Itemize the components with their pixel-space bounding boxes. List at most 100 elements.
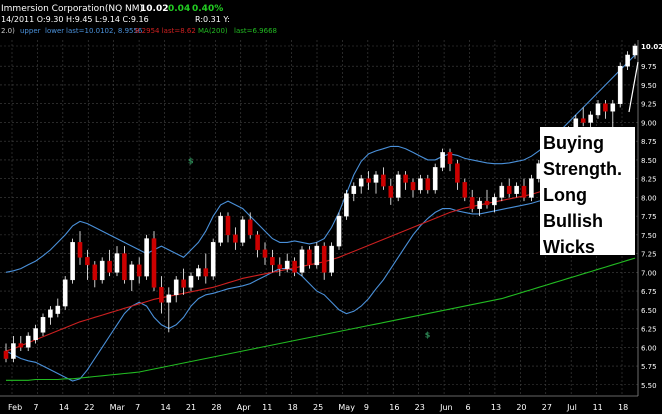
y-tick-label: 9.25: [641, 101, 657, 109]
annotation-pointer: [628, 61, 639, 113]
x-tick-label: Jul: [566, 403, 577, 412]
candle-body: [617, 65, 623, 104]
candle-body: [166, 294, 172, 303]
candle-body: [247, 219, 253, 236]
candle-body: [11, 343, 16, 359]
candle-down: [469, 189, 475, 213]
candle-body: [336, 215, 342, 247]
candle-body: [425, 178, 431, 191]
stock-chart-window: Immersion Corporation(NQ NM) 10.02 0.04 …: [0, 0, 662, 414]
candle-body: [366, 178, 371, 183]
candle-body: [292, 260, 297, 273]
candle-body: [610, 103, 616, 112]
candle-body: [136, 264, 142, 277]
y-tick-label: 6.25: [641, 326, 657, 334]
candle-up: [351, 182, 357, 202]
annotation-callout: Buying Strength. Long Bullish Wicks: [540, 127, 635, 257]
candle-up: [166, 287, 172, 333]
candle-up: [329, 242, 334, 277]
candle-body: [403, 174, 408, 183]
x-tick-label: 11: [593, 403, 603, 412]
candle-body: [588, 114, 593, 123]
x-tick-label: 20: [516, 403, 526, 412]
candle-body: [344, 193, 349, 217]
candle-up: [218, 212, 223, 247]
candle-body: [114, 253, 120, 273]
ma200-last: last=6.9668: [234, 27, 277, 35]
candle-up: [188, 272, 194, 292]
candle-body: [181, 279, 186, 288]
candle-body: [506, 185, 512, 194]
candle-up: [55, 298, 61, 318]
candle-body: [3, 350, 9, 359]
candle-down: [277, 257, 283, 277]
y-tick-label: 9.75: [641, 63, 657, 71]
candle-body: [284, 260, 290, 269]
x-tick-label: May: [338, 403, 355, 412]
candle-up: [114, 246, 120, 277]
candle-body: [159, 287, 164, 303]
candle-body: [255, 234, 260, 251]
candle-up: [432, 163, 438, 194]
candle-up: [299, 246, 305, 277]
red-ma-last: 8.2954 last=8.62: [135, 27, 196, 35]
candle-body: [55, 305, 61, 314]
candle-body: [173, 279, 179, 296]
candle-up: [617, 62, 623, 108]
candle-down: [203, 253, 209, 284]
candle-down: [85, 249, 90, 280]
candle-down: [321, 242, 327, 280]
candle-up: [196, 264, 201, 280]
x-tick-label: 16: [389, 403, 399, 412]
candle-body: [477, 200, 482, 209]
candle-body: [18, 343, 24, 348]
x-tick-label: Apr: [237, 403, 252, 412]
price-change-percent: 0.40%: [192, 4, 223, 14]
y-tick-label: 5.75: [641, 363, 657, 371]
annotation-line: Long: [543, 185, 587, 205]
event-marker: $: [425, 331, 431, 340]
candle-body: [299, 249, 305, 273]
candle-body: [151, 238, 157, 288]
band-last-values: last=10.0102, 8.9556: [66, 27, 143, 35]
candle-down: [521, 178, 527, 202]
candle-body: [484, 200, 490, 206]
annotation-line: Strength.: [543, 159, 622, 179]
candle-up: [418, 174, 423, 194]
candle-down: [292, 257, 297, 277]
candle-down: [233, 227, 238, 250]
candle-up: [625, 51, 630, 70]
date-axis: Feb 7 14 22 Mar 7 14 21 28 Apr 11 18 25 May 9 16 23 Jun 6 1…: [8, 403, 628, 412]
candle-down: [92, 261, 98, 288]
candle-body: [240, 219, 246, 243]
candle-down: [122, 246, 127, 284]
y-tick-label: 8.50: [641, 157, 657, 165]
candle-body: [499, 185, 505, 198]
candle-body: [48, 309, 53, 318]
candle-body: [521, 185, 527, 198]
candle-up: [70, 238, 75, 284]
candle-down: [455, 159, 460, 190]
y-tick-label: 7.75: [641, 213, 657, 221]
candle-down: [580, 107, 586, 127]
x-tick-label: Mar: [110, 403, 126, 412]
candle-down: [484, 189, 490, 209]
candle-body: [225, 215, 231, 236]
last-price: 10.02: [140, 4, 168, 14]
candle-body: [595, 103, 601, 116]
candle-body: [196, 268, 201, 277]
candle-body: [625, 54, 630, 67]
candle-up: [11, 336, 16, 363]
candle-body: [388, 185, 394, 198]
candle-down: [3, 343, 9, 363]
y-tick-label: 6.50: [641, 307, 657, 315]
candle-body: [447, 152, 453, 164]
candle-down: [366, 171, 371, 190]
candle-body: [129, 264, 135, 281]
candle-down: [425, 174, 431, 194]
candle-body: [85, 257, 90, 266]
y-tick-label: 5.50: [641, 382, 657, 390]
candle-down: [270, 249, 275, 273]
candle-body: [70, 242, 75, 281]
candle-body: [351, 185, 357, 194]
